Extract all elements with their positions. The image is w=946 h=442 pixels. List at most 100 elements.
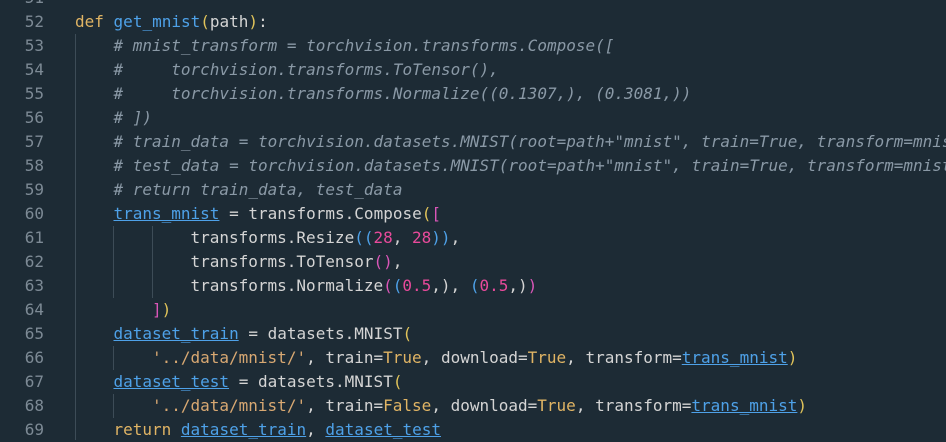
- line-number: 61: [24, 228, 44, 247]
- code-token: (: [354, 228, 364, 247]
- code-line[interactable]: 59 # return train_data, test_data: [0, 178, 946, 202]
- code-token: = datasets.MNIST: [238, 324, 403, 343]
- line-number: 62: [24, 252, 44, 271]
- code-token: get_mnist: [113, 12, 201, 31]
- code-token: True: [537, 396, 576, 415]
- code-line[interactable]: 69 return dataset_train, dataset_test: [0, 418, 946, 442]
- code-line[interactable]: 66 '../data/mnist/', train=True, download…: [0, 346, 946, 370]
- line-number: 69: [24, 420, 44, 439]
- code-token: 0.5: [402, 276, 432, 295]
- code-token: 0.5: [479, 276, 509, 295]
- code-token: (: [200, 12, 210, 31]
- line-number: 68: [24, 396, 44, 415]
- code-token: ): [797, 396, 808, 415]
- line-number: 66: [24, 348, 44, 367]
- code-token: # torchvision.transforms.Normalize((0.13…: [113, 84, 692, 103]
- code-token: # torchvision.transforms.ToTensor(),: [113, 60, 499, 79]
- code-token: [: [431, 204, 442, 223]
- code-line[interactable]: 57 # train_data = torchvision.datasets.MN…: [0, 130, 946, 154]
- code-line[interactable]: 58 # test_data = torchvision.datasets.MNI…: [0, 154, 946, 178]
- code-token: , transform=: [566, 348, 682, 367]
- code-token: dataset_train: [180, 420, 307, 439]
- code-token: (): [373, 252, 393, 271]
- code-token: ): [787, 348, 798, 367]
- code-token: ): [161, 300, 172, 319]
- line-code[interactable]: '../data/mnist/', train=True, download=T…: [152, 346, 797, 370]
- code-line[interactable]: 63 transforms.Normalize((0.5,), (0.5,)): [0, 274, 946, 298]
- code-token: trans_mnist: [113, 204, 220, 223]
- code-token: (: [392, 372, 403, 391]
- line-code[interactable]: dataset_test = datasets.MNIST(: [113, 370, 402, 394]
- line-code[interactable]: dataset_train = datasets.MNIST(: [113, 322, 412, 346]
- line-code[interactable]: transforms.Normalize((0.5,), (0.5,)): [190, 274, 537, 298]
- code-token: , download=: [421, 348, 528, 367]
- code-token: dataset_test: [325, 420, 441, 439]
- code-token: ,: [392, 228, 413, 247]
- line-number: 64: [24, 300, 44, 319]
- code-line[interactable]: 64]): [0, 298, 946, 322]
- code-token: ): [527, 276, 538, 295]
- line-number: 59: [24, 180, 44, 199]
- code-token: , train=: [306, 396, 384, 415]
- line-code[interactable]: '../data/mnist/', train=False, download=…: [152, 394, 807, 418]
- code-token: trans_mnist: [681, 348, 788, 367]
- code-line[interactable]: 61 transforms.Resize((28, 28)),: [0, 226, 946, 250]
- line-number: 51: [0, 0, 44, 10]
- line-number: 63: [24, 276, 44, 295]
- code-line[interactable]: 53 # mnist_transform = torchvision.transf…: [0, 34, 946, 58]
- code-token: (: [383, 276, 393, 295]
- line-code[interactable]: return dataset_train, dataset_test: [113, 418, 441, 442]
- code-line[interactable]: 65 dataset_train = datasets.MNIST(: [0, 322, 946, 346]
- code-token: def: [75, 12, 104, 31]
- line-number: 52: [24, 12, 44, 31]
- code-line[interactable]: 54 # torchvision.transforms.ToTensor(),: [0, 58, 946, 82]
- code-line[interactable]: 68 '../data/mnist/', train=False, downloa…: [0, 394, 946, 418]
- code-token: transforms.Resize: [190, 228, 355, 247]
- line-code[interactable]: # mnist_transform = torchvision.transfor…: [113, 34, 614, 58]
- code-token: (: [392, 276, 403, 295]
- code-line[interactable]: 51: [0, 0, 946, 10]
- code-token: 28: [373, 228, 393, 247]
- code-token: (: [421, 204, 432, 223]
- line-number: 56: [24, 108, 44, 127]
- code-line[interactable]: 55 # torchvision.transforms.Normalize((0.…: [0, 82, 946, 106]
- code-token: , download=: [431, 396, 538, 415]
- code-line[interactable]: 67 dataset_test = datasets.MNIST(: [0, 370, 946, 394]
- code-line[interactable]: 52 def get_mnist(path):: [0, 10, 946, 34]
- code-token: # mnist_transform = torchvision.transfor…: [113, 36, 615, 55]
- code-token: (: [402, 324, 413, 343]
- line-code[interactable]: # test_data = torchvision.datasets.MNIST…: [113, 154, 946, 178]
- line-code[interactable]: # return train_data, test_data: [113, 178, 402, 202]
- code-token: ,: [392, 252, 403, 271]
- line-code[interactable]: # torchvision.transforms.Normalize((0.13…: [113, 82, 691, 106]
- code-token: # test_data = torchvision.datasets.MNIST…: [113, 156, 946, 175]
- code-token: ]: [151, 300, 162, 319]
- code-line[interactable]: 62 transforms.ToTensor(),: [0, 250, 946, 274]
- code-editor[interactable]: 51 52 def get_mnist(path):53# mnist_transf…: [0, 0, 946, 442]
- code-line[interactable]: 60 trans_mnist = transforms.Compose([: [0, 202, 946, 226]
- line-code[interactable]: transforms.ToTensor(),: [190, 250, 402, 274]
- line-code[interactable]: # train_data = torchvision.datasets.MNIS…: [113, 130, 946, 154]
- line-code[interactable]: # ]): [113, 106, 152, 130]
- line-number: 54: [24, 60, 44, 79]
- code-line[interactable]: 56 # ]): [0, 106, 946, 130]
- code-token: , transform=: [575, 396, 692, 415]
- line-code[interactable]: ]): [152, 298, 171, 322]
- code-token: dataset_train: [113, 324, 239, 343]
- line-number: 55: [24, 84, 44, 103]
- code-token: True: [527, 348, 567, 367]
- code-token: # train_data = torchvision.datasets.MNIS…: [113, 132, 946, 151]
- line-code[interactable]: transforms.Resize((28, 28)),: [190, 226, 460, 250]
- code-token: '../data/mnist/': [151, 396, 307, 415]
- code-token: transforms.ToTensor: [190, 252, 374, 271]
- code-token: = transforms.Compose: [219, 204, 422, 223]
- code-token: path: [209, 12, 249, 31]
- line-code[interactable]: # torchvision.transforms.ToTensor(),: [113, 58, 498, 82]
- code-token: return: [113, 420, 172, 439]
- code-token: , train=: [306, 348, 384, 367]
- line-code[interactable]: trans_mnist = transforms.Compose([: [113, 202, 441, 226]
- line-number: 60: [24, 204, 44, 223]
- line-code[interactable]: def get_mnist(path):: [75, 10, 268, 34]
